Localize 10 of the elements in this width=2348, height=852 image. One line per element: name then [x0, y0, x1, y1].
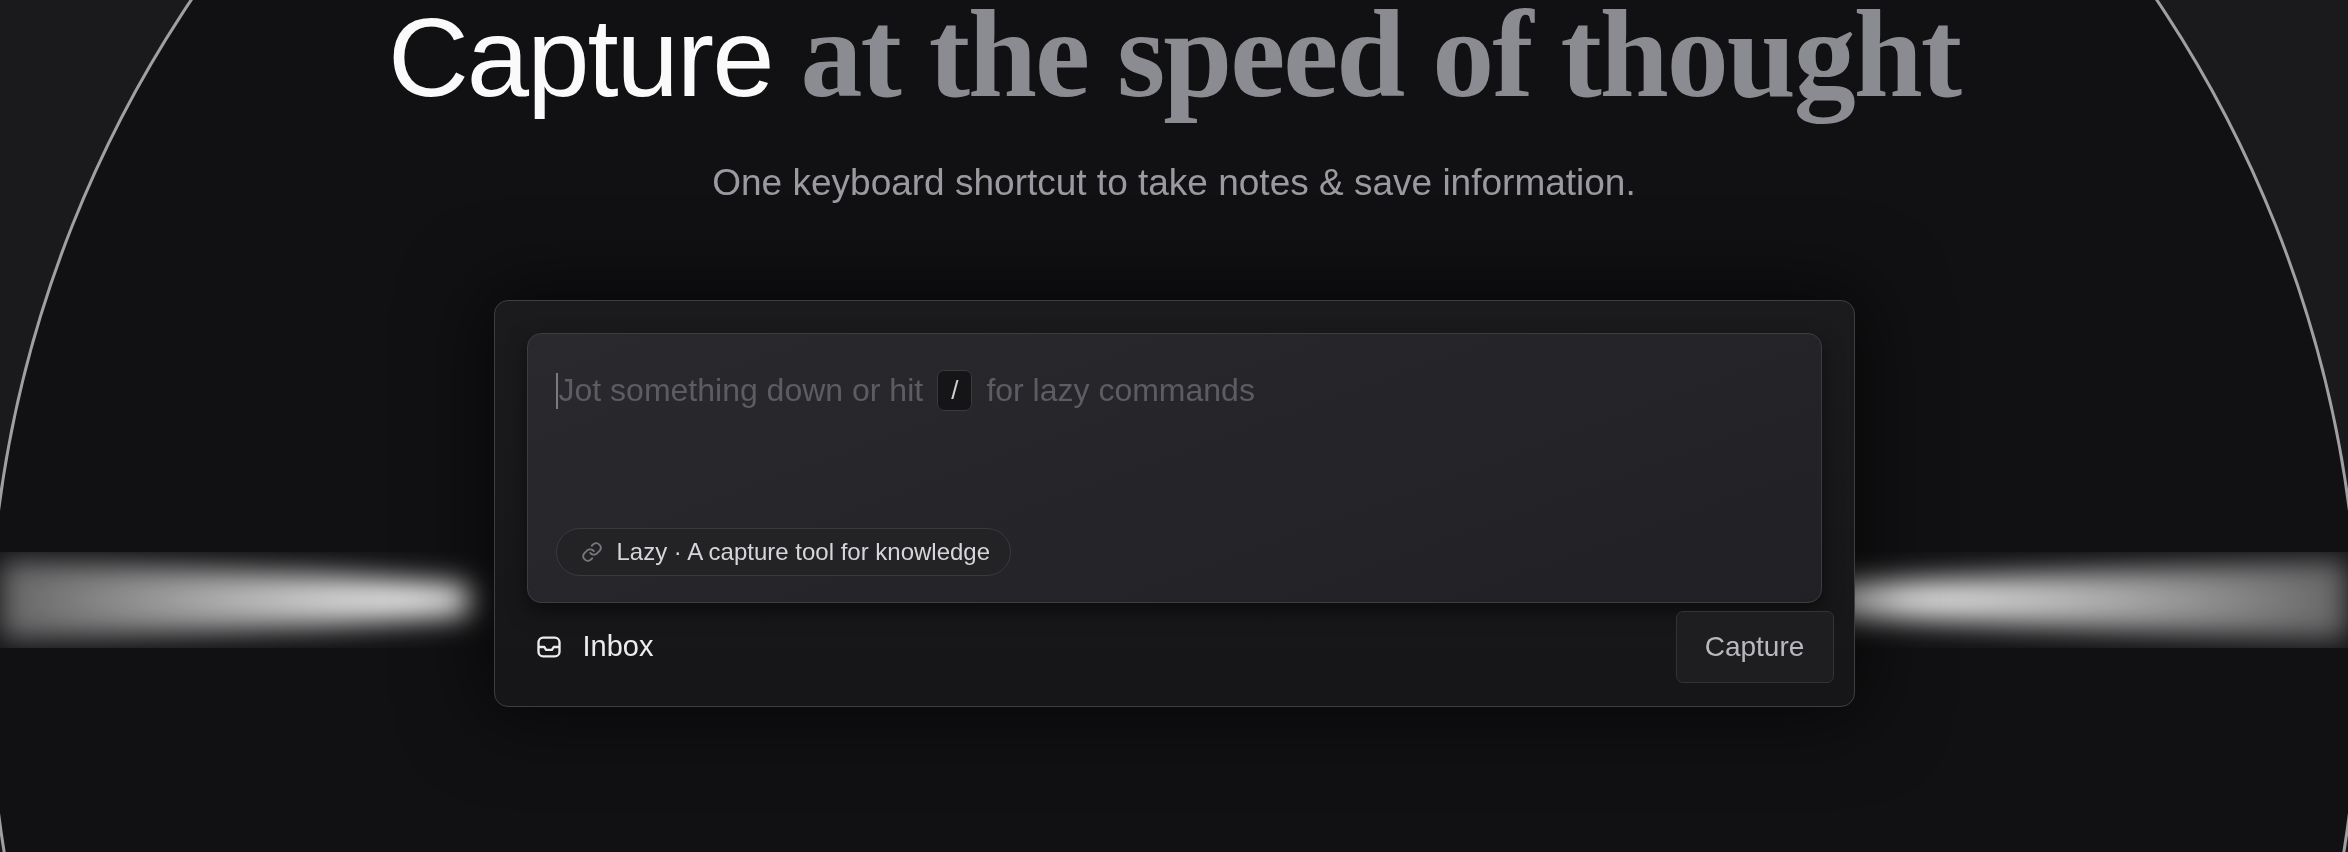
inbox-label[interactable]: Inbox: [582, 630, 654, 663]
capture-button[interactable]: Capture: [1675, 610, 1834, 683]
slash-key: /: [937, 370, 973, 411]
link-icon: [580, 541, 603, 563]
link-title: Lazy · A capture tool for knowledge: [616, 538, 991, 566]
text-cursor: [555, 372, 558, 409]
subtitle: One keyboard shortcut to take notes & save information.: [712, 162, 1636, 204]
headline-lead: Capture: [387, 0, 773, 122]
headline-emphasis: at the speed of thought: [800, 0, 1961, 126]
link-chip[interactable]: Lazy · A capture tool for knowledge: [555, 528, 1012, 576]
